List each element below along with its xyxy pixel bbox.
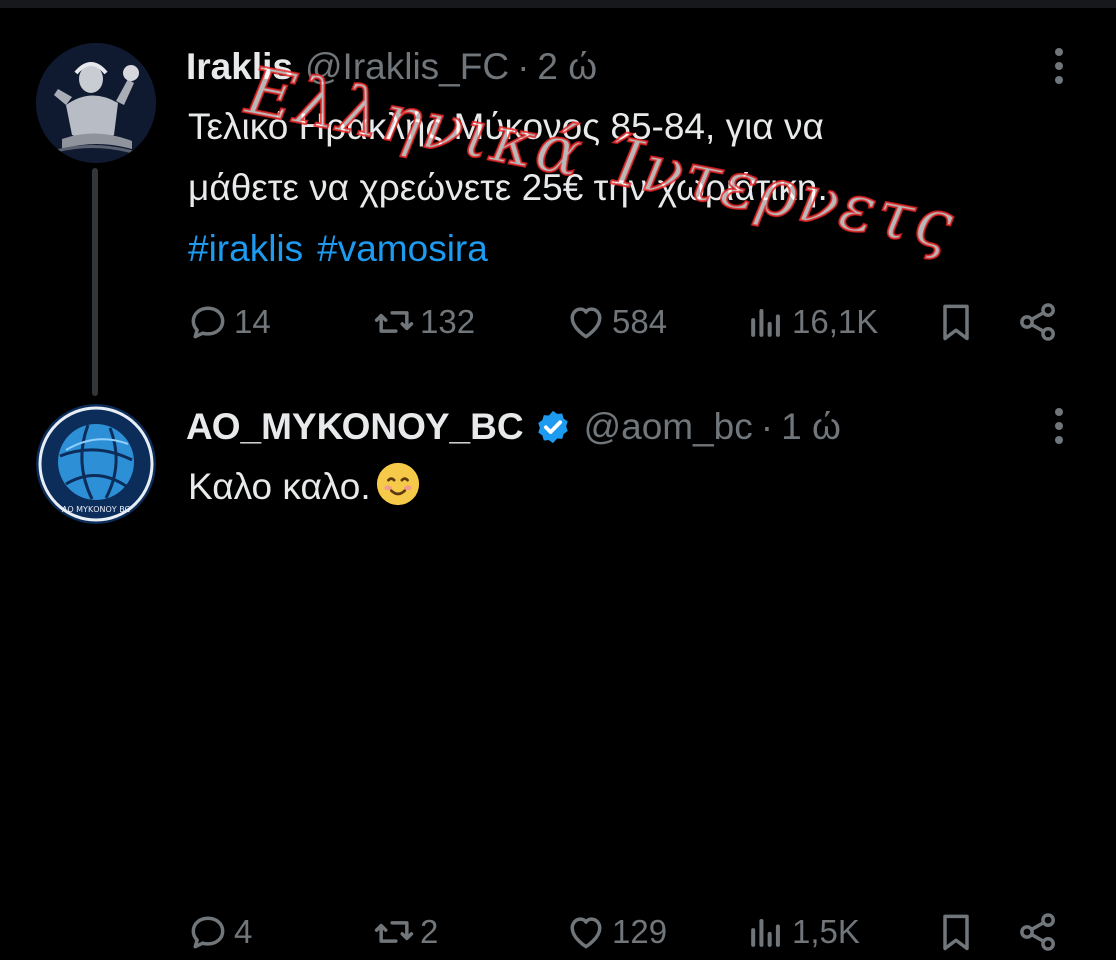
reply-button[interactable]: 14 [186, 294, 271, 350]
avatar-logo-text: ΑΟ ΜΥΚΟΝΟΥ BC [62, 505, 131, 514]
basketball-logo-avatar-icon: ΑΟ ΜΥΚΟΝΟΥ BC [36, 404, 156, 524]
like-count: 584 [612, 303, 668, 340]
tweet-header: Iraklis @Iraklis_FC · 2 ώ [186, 44, 597, 90]
tweet-actions: 14 132 584 16,1K [186, 294, 1066, 350]
heart-icon [570, 307, 602, 339]
like-button[interactable]: 584 [564, 294, 667, 350]
bookmark-button[interactable] [934, 294, 982, 350]
more-options-icon[interactable] [1054, 408, 1064, 444]
tweet-time[interactable]: 2 ώ [537, 46, 597, 88]
separator-dot: · [760, 406, 774, 447]
tweet-time[interactable]: 1 ώ [781, 406, 841, 448]
share-icon [1020, 303, 1055, 341]
reply-button[interactable]: 4 [186, 904, 252, 960]
retweet-count: 2 [420, 913, 439, 950]
view-count: 16,1K [792, 303, 879, 340]
retweet-icon [374, 921, 414, 943]
author-name[interactable]: ΑΟ_ΜΥΚΟΝΟΥ_BC [186, 406, 524, 448]
share-button[interactable] [1016, 904, 1064, 960]
share-icon [1020, 913, 1055, 951]
top-divider [0, 0, 1116, 8]
author-handle[interactable]: @Iraklis_FC [305, 46, 509, 88]
tweet-text-line: Τελικό Ηρακλής Μύκονος 85-84, για να [188, 106, 824, 147]
tweet-text: Καλο καλο. [188, 456, 1058, 517]
share-button[interactable] [1016, 294, 1064, 350]
tweet-text-line: Καλο καλο. [188, 456, 1058, 517]
hashtags: #iraklis #vamosira [188, 218, 1058, 279]
reply-icon [191, 916, 225, 949]
hercules-statue-avatar-icon [36, 43, 156, 163]
author-handle[interactable]: @aom_bc [584, 406, 753, 448]
reply-icon [191, 306, 225, 339]
retweet-button[interactable]: 2 [372, 904, 438, 960]
retweet-count: 132 [420, 303, 476, 340]
retweet-button[interactable]: 132 [372, 294, 475, 350]
retweet-icon [374, 311, 414, 333]
like-count: 129 [612, 913, 668, 950]
like-button[interactable]: 129 [564, 904, 667, 960]
views-button[interactable]: 1,5K [744, 904, 860, 960]
bookmark-button[interactable] [934, 904, 982, 960]
hashtag-link[interactable]: #iraklis [188, 228, 303, 269]
reply-count: 4 [234, 913, 253, 950]
thread-connector-line [92, 168, 98, 396]
verified-badge-icon [534, 408, 572, 446]
views-icon [751, 308, 780, 337]
view-count: 1,5K [792, 913, 860, 950]
reply-text: Καλο καλο. [188, 466, 371, 507]
views-icon [751, 918, 780, 947]
tweet-actions: 4 2 129 1,5K [186, 904, 1066, 960]
author-name[interactable]: Iraklis [186, 46, 293, 88]
tweet-header: ΑΟ_ΜΥΚΟΝΟΥ_BC @aom_bc · 1 ώ [186, 404, 841, 450]
bookmark-icon [943, 304, 969, 341]
bookmark-icon [943, 914, 969, 951]
heart-icon [570, 917, 602, 949]
avatar-iraklis[interactable] [36, 43, 156, 163]
smiling-face-emoji-icon [375, 461, 421, 507]
separator-dot: · [517, 46, 530, 87]
views-button[interactable]: 16,1K [744, 294, 878, 350]
hashtag-link[interactable]: #vamosira [317, 228, 488, 269]
reply-count: 14 [234, 303, 271, 340]
avatar-mykonos[interactable]: ΑΟ ΜΥΚΟΝΟΥ BC [36, 404, 156, 524]
tweet-text-line: μάθετε να χρεώνετε 25€ την χωριάτικη. [188, 167, 828, 208]
tweet-text: Τελικό Ηρακλής Μύκονος 85-84, για να μάθ… [188, 96, 1058, 279]
more-options-icon[interactable] [1054, 48, 1064, 84]
